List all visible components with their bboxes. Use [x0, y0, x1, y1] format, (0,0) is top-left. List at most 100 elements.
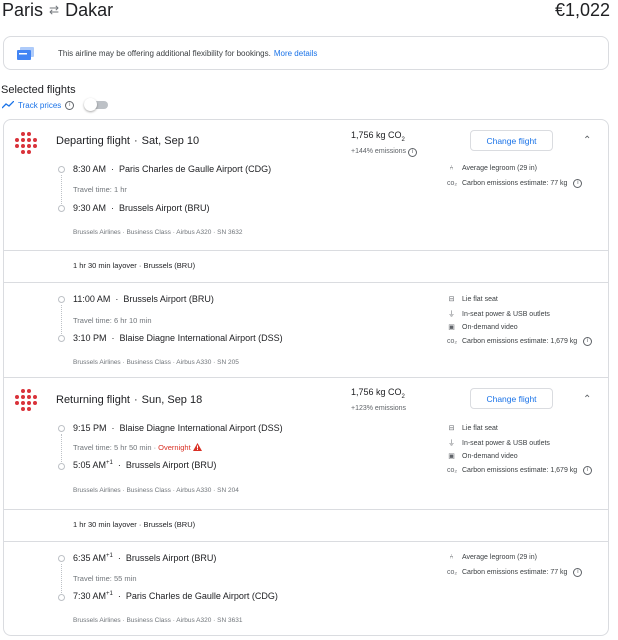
- co2-icon: co₂: [447, 180, 458, 187]
- power-plug-icon: ⏚: [448, 440, 455, 447]
- amenity-emissions: co₂ Carbon emissions estimate: 1,679 kg i: [447, 466, 593, 475]
- departure-dot: [58, 425, 65, 432]
- flight-date: Sun, Sep 18: [141, 394, 203, 406]
- amenity-emissions: co₂ Carbon emissions estimate: 77 kg i: [447, 568, 583, 577]
- lie-flat-seat-icon: ⊟: [448, 425, 455, 432]
- origin-city: Paris: [2, 0, 44, 20]
- emissions-percent: +123% emissions: [351, 404, 407, 412]
- returning-flight-card: Returning flight · Sun, Sep 18 1,756 kg …: [3, 378, 609, 636]
- ret-leg1-arrival: 5:05 AM+1 · Brussels Airport (BRU): [73, 460, 217, 470]
- change-flight-button[interactable]: Change flight: [470, 388, 553, 409]
- co2-icon: co₂: [447, 569, 458, 576]
- leg2-departure: 11:00 AM · Brussels Airport (BRU): [73, 294, 214, 304]
- info-icon[interactable]: i: [583, 337, 593, 346]
- flexibility-banner: This airline may be offering additional …: [3, 36, 609, 70]
- amenity-power: ⏚ In-seat power & USB outlets: [448, 439, 550, 448]
- flight-direction: Returning flight: [56, 394, 130, 406]
- ret-leg1-travel-time: Travel time: 5 hr 50 min · Overnight: [73, 443, 202, 452]
- divider: [4, 541, 608, 542]
- airline-logo-icon: [15, 132, 37, 154]
- co2-value: 1,756 kg CO: [351, 387, 402, 397]
- destination-city: Dakar: [65, 0, 114, 20]
- divider: [4, 282, 608, 283]
- more-details-link[interactable]: More details: [274, 49, 318, 58]
- chevron-up-icon[interactable]: ⌃: [583, 135, 591, 146]
- leg2-meta: Brussels Airlines · Business Class · Air…: [73, 359, 239, 366]
- layover-info: 1 hr 30 min layover · Brussels (BRU): [73, 261, 196, 270]
- lie-flat-seat-icon: ⊟: [448, 296, 455, 303]
- amenity-emissions: co₂ Carbon emissions estimate: 77 kg i: [447, 179, 583, 188]
- leg1-arrival: 9:30 AM · Brussels Airport (BRU): [73, 203, 210, 213]
- ret-leg2-travel-time: Travel time: 55 min: [73, 574, 137, 583]
- total-price: €1,022: [554, 0, 610, 20]
- amenity-lie-flat: ⊟ Lie flat seat: [448, 295, 498, 304]
- amenity-video: ▣ On-demand video: [448, 452, 518, 461]
- swap-arrows-icon: ⇄: [49, 3, 60, 17]
- flight-date: Sat, Sep 10: [141, 135, 200, 147]
- divider: [4, 509, 608, 510]
- trend-icon: [2, 101, 14, 109]
- co2-icon: co₂: [447, 338, 458, 345]
- arrival-dot: [58, 335, 65, 342]
- route-line: [61, 564, 62, 593]
- route-title: Paris ⇄ Dakar: [2, 0, 113, 20]
- flight-direction: Departing flight: [56, 135, 130, 147]
- arrival-dot: [58, 463, 65, 470]
- leg2-travel-time: Travel time: 6 hr 10 min: [73, 316, 152, 325]
- video-icon: ▣: [448, 453, 455, 460]
- departure-dot: [58, 166, 65, 173]
- info-icon[interactable]: i: [65, 100, 75, 110]
- overnight-label: Overnight: [158, 443, 191, 452]
- info-icon[interactable]: i: [573, 568, 583, 577]
- divider: [4, 250, 608, 251]
- ret-leg2-departure: 6:35 AM+1 · Brussels Airport (BRU): [73, 553, 217, 563]
- selected-flights-heading: Selected flights: [1, 84, 76, 96]
- change-flight-button[interactable]: Change flight: [470, 130, 553, 151]
- seat-icon: ⑃: [449, 554, 454, 561]
- route-line: [61, 175, 62, 204]
- departure-dot: [58, 296, 65, 303]
- airline-logo-icon: [15, 389, 37, 411]
- amenity-legroom: ⑃ Average legroom (29 in): [447, 554, 537, 561]
- ret-leg2-arrival: 7:30 AM+1 · Paris Charles de Gaulle Airpor…: [73, 591, 278, 601]
- chevron-up-icon[interactable]: ⌃: [583, 394, 591, 405]
- seat-icon: ⑃: [449, 165, 454, 172]
- amenity-video: ▣ On-demand video: [448, 323, 518, 332]
- power-plug-icon: ⏚: [448, 311, 455, 318]
- track-prices-label: Track prices: [18, 100, 62, 110]
- co2-block: 1,756 kg CO2 +144% emissions i: [351, 130, 418, 157]
- departing-flight-card: Departing flight · Sat, Sep 10 1,756 kg …: [3, 119, 609, 378]
- ret-leg1-departure: 9:15 PM · Blaise Diagne International Airp…: [73, 423, 283, 433]
- warning-icon: [192, 443, 202, 451]
- ticket-icon: [16, 45, 38, 61]
- info-icon[interactable]: i: [408, 147, 418, 157]
- route-line: [61, 305, 62, 334]
- co2-icon: co₂: [447, 467, 458, 474]
- leg1-travel-time: Travel time: 1 hr: [73, 185, 127, 194]
- departure-dot: [58, 555, 65, 562]
- leg2-arrival: 3:10 PM · Blaise Diagne International Airp…: [73, 333, 283, 343]
- co2-block: 1,756 kg CO2 +123% emissions: [351, 387, 407, 412]
- arrival-dot: [58, 205, 65, 212]
- amenity-legroom: ⑃ Average legroom (29 in): [447, 165, 537, 172]
- ret-leg2-meta: Brussels Airlines · Business Class · Air…: [73, 617, 243, 624]
- layover-info: 1 hr 30 min layover · Brussels (BRU): [73, 520, 196, 529]
- video-icon: ▣: [448, 324, 455, 331]
- departing-heading[interactable]: Departing flight · Sat, Sep 10: [56, 135, 199, 147]
- track-prices-row: Track prices i: [2, 98, 109, 111]
- returning-heading[interactable]: Returning flight · Sun, Sep 18: [56, 394, 202, 406]
- leg1-departure: 8:30 AM · Paris Charles de Gaulle Airport …: [73, 164, 272, 174]
- leg1-meta: Brussels Airlines · Business Class · Air…: [73, 229, 243, 236]
- arrival-dot: [58, 594, 65, 601]
- co2-value: 1,756 kg CO: [351, 130, 402, 140]
- amenity-power: ⏚ In-seat power & USB outlets: [448, 310, 550, 319]
- amenity-lie-flat: ⊟ Lie flat seat: [448, 424, 498, 433]
- ret-leg1-meta: Brussels Airlines · Business Class · Air…: [73, 487, 239, 494]
- track-prices-toggle[interactable]: [84, 98, 109, 111]
- amenity-emissions: co₂ Carbon emissions estimate: 1,679 kg i: [447, 337, 593, 346]
- banner-text: This airline may be offering additional …: [58, 48, 271, 58]
- emissions-percent: +144% emissions: [351, 147, 407, 155]
- info-icon[interactable]: i: [583, 466, 593, 475]
- route-line: [61, 434, 62, 462]
- info-icon[interactable]: i: [573, 179, 583, 188]
